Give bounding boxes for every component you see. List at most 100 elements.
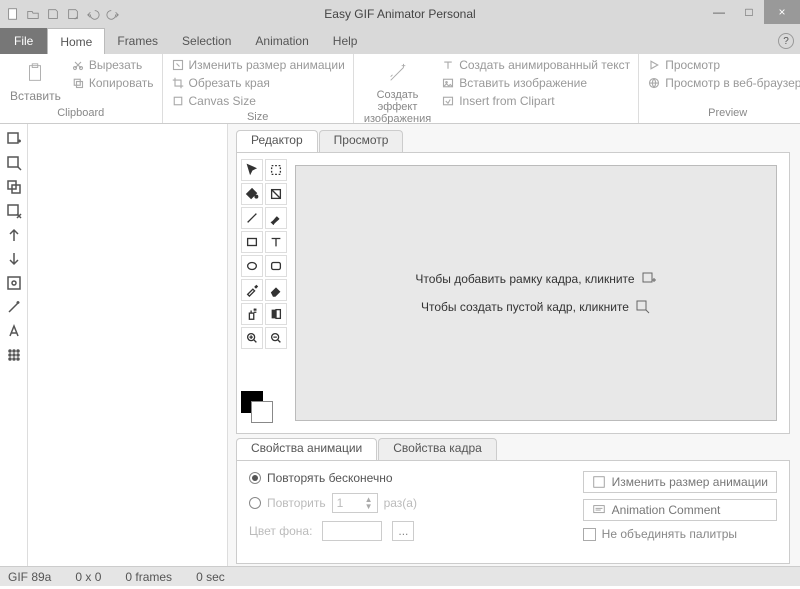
resize-icon	[592, 475, 606, 489]
tab-selection[interactable]: Selection	[170, 28, 243, 54]
text-tool[interactable]	[265, 231, 287, 253]
eyedropper-tool[interactable]	[241, 279, 263, 301]
move-up-icon[interactable]	[5, 226, 23, 244]
roundrect-tool[interactable]	[265, 255, 287, 277]
bgcolor-picker-button[interactable]: ...	[392, 521, 414, 541]
bgcolor-box[interactable]	[322, 521, 382, 541]
add-frame-hint-icon[interactable]	[641, 271, 657, 287]
group-preview: Просмотр Просмотр в веб-браузере Preview	[639, 54, 800, 123]
duplicate-frame-icon[interactable]	[5, 178, 23, 196]
crop-button[interactable]: Обрезать края	[169, 75, 347, 91]
app-title: Easy GIF Animator Personal	[324, 7, 475, 21]
resize-button[interactable]: Изменить размер анимации	[169, 57, 347, 73]
help-icon[interactable]: ?	[778, 33, 794, 49]
hint-blank-frame: Чтобы создать пустой кадр, кликните	[421, 299, 651, 315]
canvas: Чтобы добавить рамку кадра, кликните Что…	[295, 165, 777, 421]
group-label: Clipboard	[6, 105, 156, 123]
open-icon[interactable]	[24, 5, 42, 23]
status-format: GIF 89a	[8, 570, 51, 584]
add-frame-icon[interactable]	[5, 130, 23, 148]
marquee-tool[interactable]	[265, 159, 287, 181]
preview-button[interactable]: Просмотр	[645, 57, 800, 73]
frame-text-icon[interactable]	[5, 322, 23, 340]
undo-icon[interactable]	[84, 5, 102, 23]
status-bar: GIF 89a 0 x 0 0 frames 0 sec	[0, 566, 800, 586]
zoom-in-tool[interactable]	[241, 327, 263, 349]
canvas-size-button[interactable]: Canvas Size	[169, 93, 347, 109]
delete-frame-icon[interactable]	[5, 202, 23, 220]
title-bar: Easy GIF Animator Personal — □ ×	[0, 0, 800, 28]
bgcolor-row: Цвет фона:...	[249, 521, 417, 541]
resize-anim-button[interactable]: Изменить размер анимации	[583, 471, 777, 493]
frame-grid-icon[interactable]	[5, 346, 23, 364]
line-tool[interactable]	[241, 207, 263, 229]
cut-button[interactable]: Вырезать	[69, 57, 156, 73]
save-dropdown-icon[interactable]	[64, 5, 82, 23]
save-icon[interactable]	[44, 5, 62, 23]
blank-frame-hint-icon[interactable]	[635, 299, 651, 315]
tab-anim-props[interactable]: Свойства анимации	[236, 438, 377, 460]
editor-area: Чтобы добавить рамку кадра, кликните Что…	[236, 152, 790, 434]
status-frames: 0 frames	[125, 570, 172, 584]
scissors-icon	[71, 58, 85, 72]
globe-icon	[647, 76, 661, 90]
color-swatches[interactable]	[241, 391, 273, 423]
radio-icon	[249, 472, 261, 484]
ellipse-tool[interactable]	[241, 255, 263, 277]
tab-home[interactable]: Home	[47, 28, 105, 54]
paste-button[interactable]: Вставить	[6, 57, 65, 105]
status-dimensions: 0 x 0	[75, 570, 101, 584]
maximize-button[interactable]: □	[734, 0, 764, 24]
tab-help[interactable]: Help	[321, 28, 370, 54]
editor-tabs: Редактор Просмотр	[236, 130, 790, 152]
copy-icon	[71, 76, 85, 90]
clipboard-icon	[21, 59, 49, 87]
rect-tool[interactable]	[241, 231, 263, 253]
gradient-tool[interactable]	[265, 183, 287, 205]
insert-text-button[interactable]: Создать анимированный текст	[439, 57, 632, 73]
crop-icon	[171, 76, 185, 90]
eraser-tool[interactable]	[265, 279, 287, 301]
add-blank-frame-icon[interactable]	[5, 154, 23, 172]
tab-frames[interactable]: Frames	[105, 28, 170, 54]
anim-comment-button[interactable]: Animation Comment	[583, 499, 777, 521]
redo-icon[interactable]	[104, 5, 122, 23]
close-button[interactable]: ×	[764, 0, 800, 24]
tab-preview[interactable]: Просмотр	[319, 130, 404, 152]
repeat-times-radio[interactable]: Повторить1▲▼раз(а)	[249, 493, 417, 513]
ribbon: Вставить Вырезать Копировать Clipboard И…	[0, 54, 800, 124]
window-controls: — □ ×	[704, 0, 800, 24]
insert-image-button[interactable]: Вставить изображение	[439, 75, 632, 91]
insert-clipart-button[interactable]: Insert from Clipart	[439, 93, 632, 109]
tab-file[interactable]: File	[0, 28, 47, 54]
fill-tool[interactable]	[241, 183, 263, 205]
group-insert: Создать эффект изображения Создать аними…	[354, 54, 639, 123]
new-icon[interactable]	[4, 5, 22, 23]
text-icon	[441, 58, 455, 72]
frame-toolbar	[0, 124, 28, 566]
repeat-infinite-radio[interactable]: Повторять бесконечно	[249, 471, 417, 485]
brush-tool[interactable]	[265, 207, 287, 229]
move-down-icon[interactable]	[5, 250, 23, 268]
hint-add-frame: Чтобы добавить рамку кадра, кликните	[415, 271, 656, 287]
minimize-button[interactable]: —	[704, 0, 734, 24]
tab-animation[interactable]: Animation	[243, 28, 320, 54]
tab-editor[interactable]: Редактор	[236, 130, 318, 152]
repeat-count-spinner[interactable]: 1▲▼	[332, 493, 378, 513]
work-area: Редактор Просмотр Чтобы добавить рамку к…	[0, 124, 800, 566]
copy-button[interactable]: Копировать	[69, 75, 156, 91]
props-tabs: Свойства анимации Свойства кадра	[236, 438, 790, 460]
paste-label: Вставить	[10, 89, 61, 103]
background-color[interactable]	[251, 401, 273, 423]
frame-props-icon[interactable]	[5, 274, 23, 292]
frame-wand-icon[interactable]	[5, 298, 23, 316]
frames-list-panel	[28, 124, 228, 566]
merge-palettes-checkbox[interactable]: Не объединять палитры	[583, 527, 777, 541]
spray-tool[interactable]	[241, 303, 263, 325]
tab-frame-props[interactable]: Свойства кадра	[378, 438, 497, 460]
zoom-out-tool[interactable]	[265, 327, 287, 349]
create-effect-button[interactable]: Создать эффект изображения	[360, 57, 435, 127]
preview-browser-button[interactable]: Просмотр в веб-браузере	[645, 75, 800, 91]
pointer-tool[interactable]	[241, 159, 263, 181]
replace-color-tool[interactable]	[265, 303, 287, 325]
